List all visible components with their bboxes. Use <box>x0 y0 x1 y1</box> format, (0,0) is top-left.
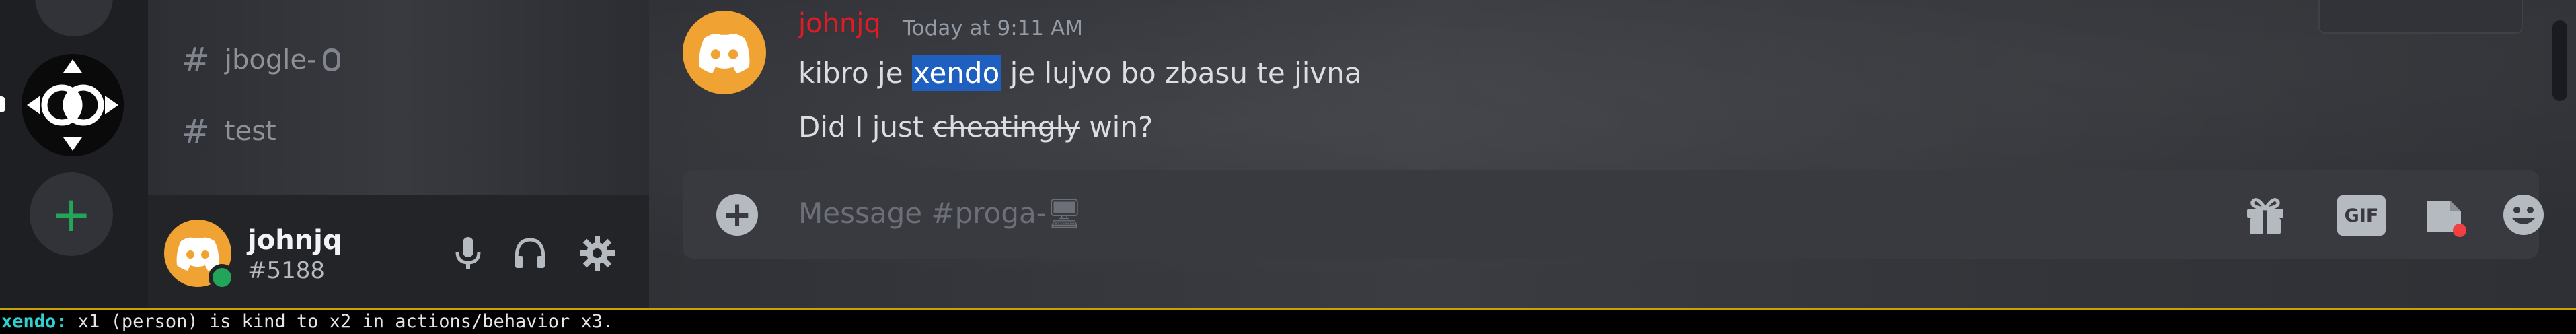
add-server-plus-icon: + <box>50 186 92 242</box>
settings-gear-icon[interactable] <box>578 234 616 272</box>
gif-label: GIF <box>2344 205 2379 226</box>
message-input[interactable]: Message #proga-🖥 <box>798 197 1082 230</box>
message-composer[interactable]: + Message #proga-🖥 GIF <box>683 170 2544 259</box>
message-text: Did I just <box>798 110 933 143</box>
channel-name: test <box>224 116 276 147</box>
status-keyword: xendo: <box>1 311 67 332</box>
strikethrough-text: cheatingly <box>932 110 1080 143</box>
selected-word[interactable]: xendo <box>911 55 1001 91</box>
message-actions-toolbar[interactable] <box>2318 0 2523 34</box>
channel-sidebar: # jbogle- # test johnjq #5188 <box>148 0 649 308</box>
message-author-avatar[interactable] <box>683 11 766 94</box>
message-text: win? <box>1079 110 1153 143</box>
headphones-icon[interactable] <box>511 234 549 272</box>
user-panel: johnjq #5188 <box>148 195 649 308</box>
gif-button[interactable]: GIF <box>2337 195 2386 236</box>
message-author[interactable]: johnjq <box>798 8 881 39</box>
discord-logo-icon <box>699 34 750 73</box>
online-status-badge <box>209 264 235 291</box>
terminal-status-line: xendo: x1 (person) is kind to x2 in acti… <box>0 308 2576 334</box>
lock-icon <box>323 48 341 71</box>
status-definition: x1 (person) is kind to x2 in actions/beh… <box>67 311 614 332</box>
message-text: kibro je <box>798 57 912 90</box>
message-timestamp: Today at 9:11 AM <box>903 16 1083 40</box>
message-text: je lujvo bo zbasu te jivna <box>1001 57 1362 90</box>
sticker-icon[interactable] <box>2421 191 2468 238</box>
channel-list: # jbogle- # test <box>148 0 649 195</box>
text-channel-hash-icon: # <box>182 40 210 79</box>
channel-name: jbogle- <box>224 44 317 75</box>
channel-item-jbogle[interactable]: # jbogle- <box>182 36 341 84</box>
message-line-1: kibro je xendo je lujvo bo zbasu te jivn… <box>798 55 1362 91</box>
server-logo-icon <box>22 54 124 156</box>
attach-plus-button[interactable]: + <box>716 194 758 236</box>
gift-icon[interactable] <box>2242 191 2289 238</box>
active-server-indicator <box>0 96 5 112</box>
active-server-icon[interactable] <box>22 54 124 156</box>
locked-channel-hash-icon: # <box>182 112 210 151</box>
user-tag: #5188 <box>248 257 326 284</box>
channel-item-test[interactable]: # test <box>182 108 276 155</box>
message-line-2: Did I just cheatingly win? <box>798 110 1153 143</box>
chat-area: johnjq Today at 9:11 AM kibro je xendo j… <box>649 0 2576 308</box>
emoji-icon[interactable] <box>2500 191 2547 238</box>
add-server-button[interactable]: + <box>30 172 113 256</box>
username[interactable]: johnjq <box>248 225 342 256</box>
server-sidebar: + <box>0 0 148 308</box>
microphone-icon[interactable] <box>449 234 487 272</box>
server-icon-partial[interactable] <box>35 0 113 36</box>
chat-scrollbar[interactable] <box>2552 20 2567 101</box>
